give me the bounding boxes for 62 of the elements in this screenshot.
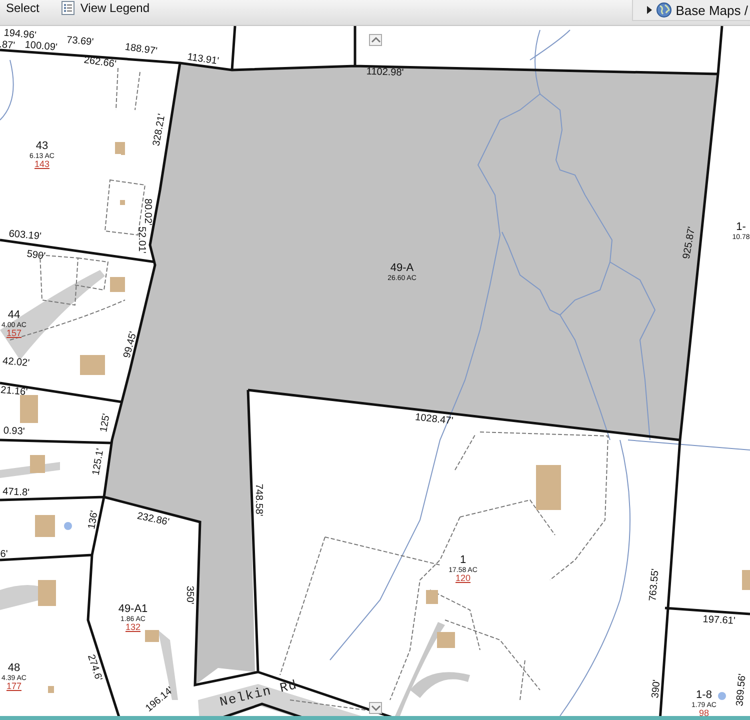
dimension-label: 113.91' [186, 52, 220, 68]
legend-list-icon [61, 1, 76, 15]
parcel-number: 1 [460, 555, 466, 567]
dimension-label: 389.56' [736, 673, 748, 707]
parcel-link[interactable]: 132 [125, 622, 140, 632]
fence-line [454, 434, 476, 470]
dimension-label: 763.55' [648, 568, 662, 602]
fence-line [116, 68, 118, 110]
dimension-label: 925.87' [682, 226, 698, 260]
parcel-link[interactable]: 120 [455, 574, 471, 584]
parcel-number: 48 [8, 663, 20, 675]
globe-icon [656, 2, 672, 18]
dimension-label: 136' [87, 510, 101, 530]
parcel-link[interactable]: 157 [6, 328, 22, 338]
pool-icon [718, 692, 726, 700]
dimension-label: 603.19' [8, 230, 42, 242]
parcel-link[interactable]: 143 [34, 160, 50, 170]
parcel-number: 49-A [390, 263, 414, 275]
dimension-label: 42.02' [2, 356, 30, 370]
pan-down-button[interactable] [369, 702, 382, 714]
parcel-number: 1-8 [696, 690, 712, 702]
dimension-label: 194.96' [3, 28, 37, 42]
dimension-label: 73.69' [66, 36, 94, 48]
dimension-label: 350' [184, 586, 194, 604]
dimension-label: 21.16' [0, 386, 28, 398]
dimension-label: 6' [0, 550, 8, 560]
pan-up-button[interactable] [369, 34, 382, 46]
dimension-label: 52.01' [136, 226, 146, 254]
parcel-link[interactable]: 177 [6, 682, 22, 692]
select-button[interactable]: Select [6, 1, 40, 15]
dimension-label: 125.1' [92, 448, 106, 476]
dimension-label: 262.66' [83, 56, 117, 70]
chevron-icon [370, 704, 380, 712]
parcel-number: 44 [8, 310, 20, 322]
dimension-label: 100.09' [24, 40, 58, 54]
dimension-label: 590' [26, 250, 46, 262]
base-maps-button[interactable]: Base Maps / [632, 0, 750, 21]
dimension-label: 328.21' [152, 113, 168, 147]
dimension-label: .87' [0, 40, 16, 52]
parcel-link[interactable]: 98 [699, 708, 709, 718]
base-maps-label: Base Maps / [676, 2, 748, 18]
dimension-label: 197.61' [702, 615, 736, 627]
parcel-number: 49-A1 [118, 604, 148, 616]
fence-line [134, 72, 140, 110]
chevron-icon [370, 36, 380, 44]
dimension-label: 390' [651, 679, 663, 699]
dimension-label: 80.02' [142, 198, 152, 226]
view-legend-button[interactable]: View Legend [61, 1, 150, 15]
dimension-label: 1102.98' [366, 67, 404, 79]
dimension-label: 99.45' [122, 330, 140, 360]
dimension-label: 125' [99, 412, 113, 434]
road-name: Nelkin Rd [218, 677, 299, 710]
parcel-number: 1- [736, 222, 746, 234]
dimension-label: 748.58' [253, 484, 263, 516]
dimension-label: 232.86' [136, 512, 170, 528]
dimension-label: 471.8' [2, 487, 30, 499]
dimension-label: 1028.47' [414, 413, 454, 427]
dimension-label: 188.97' [124, 42, 158, 58]
parcel-number: 43 [36, 141, 48, 153]
dimension-label: 0.93' [3, 426, 25, 438]
pool-icon [64, 522, 72, 530]
dimension-label: 274.6' [85, 654, 103, 682]
